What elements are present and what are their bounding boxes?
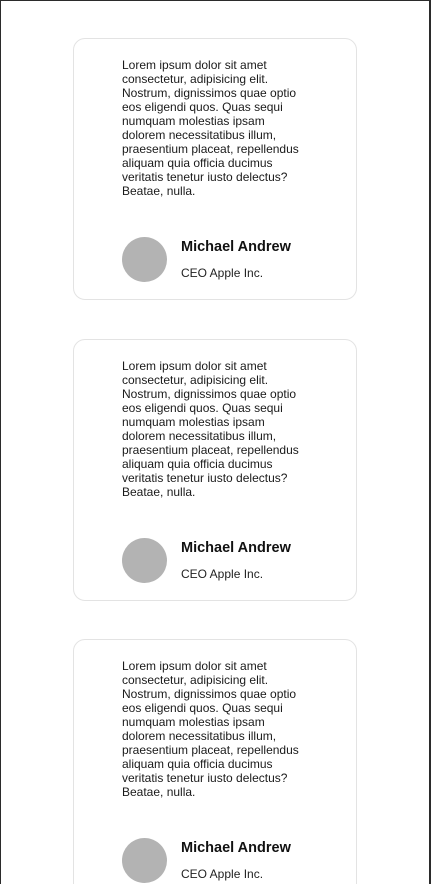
testimonial-text: Lorem ipsum dolor sit amet consectetur, … <box>122 359 299 499</box>
testimonial-text: Lorem ipsum dolor sit amet consectetur, … <box>122 58 299 198</box>
avatar <box>122 237 167 282</box>
author-name: Michael Andrew <box>181 840 291 856</box>
author-title: CEO Apple Inc. <box>181 567 264 581</box>
testimonial-card: Lorem ipsum dolor sit amet consectetur, … <box>73 639 357 884</box>
author-title: CEO Apple Inc. <box>181 266 264 280</box>
author-name: Michael Andrew <box>181 239 291 255</box>
author-name: Michael Andrew <box>181 540 291 556</box>
testimonial-card: Lorem ipsum dolor sit amet consectetur, … <box>73 38 357 300</box>
testimonial-text: Lorem ipsum dolor sit amet consectetur, … <box>122 659 299 799</box>
avatar <box>122 838 167 883</box>
page-viewport: Lorem ipsum dolor sit amet consectetur, … <box>0 0 431 884</box>
testimonial-card: Lorem ipsum dolor sit amet consectetur, … <box>73 339 357 601</box>
author-title: CEO Apple Inc. <box>181 867 264 881</box>
avatar <box>122 538 167 583</box>
